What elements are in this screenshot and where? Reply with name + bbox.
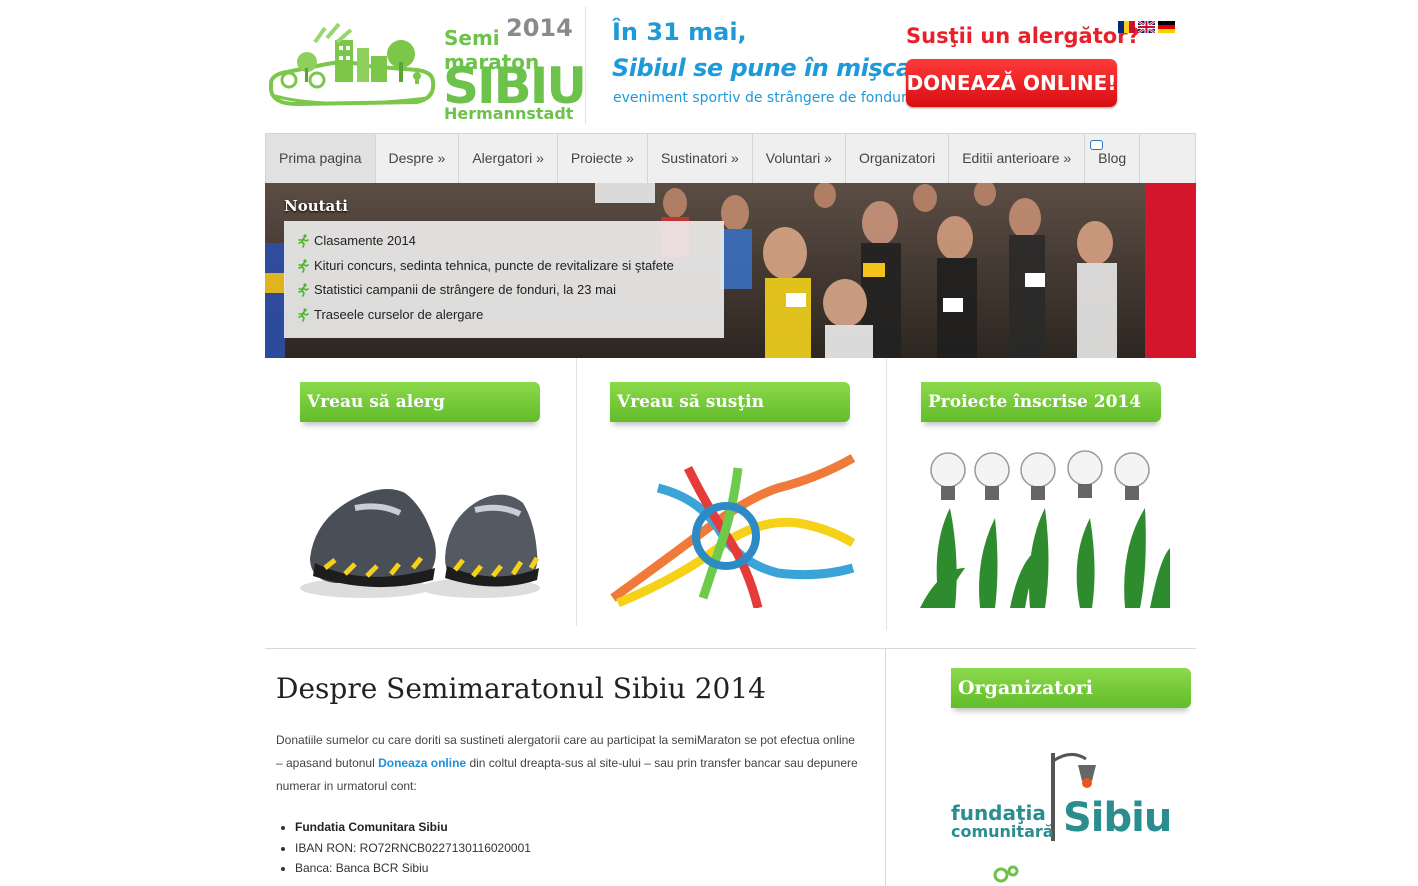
news-item[interactable]: Clasamente 2014	[296, 229, 724, 254]
sidebar-divider	[885, 649, 886, 886]
fund-logo-sibiu: Sibiu	[1063, 795, 1172, 841]
nav-item-blog[interactable]: Blog	[1085, 134, 1141, 183]
feature-blocks: Vreau să alerg Vreau să susţin Proiecte …	[265, 358, 1196, 630]
fundatia-comunitara-sibiu-logo[interactable]: fundaţia comunitară Sibiu	[951, 743, 1181, 883]
logo-year-text: 2014	[506, 14, 573, 42]
news-item[interactable]: Traseele curselor de alergare	[296, 303, 724, 328]
news-list: Clasamente 2014 Kituri concurs, sedinta …	[284, 221, 724, 327]
bank-details-list: Fundatia Comunitara Sibiu IBAN RON: RO72…	[276, 817, 531, 879]
bank-account-name: Fundatia Comunitara Sibiu	[295, 817, 531, 838]
logo-hermannstadt-text: Hermannstadt	[444, 104, 574, 123]
slogan-headline: Sibiul se pune în mişcare	[612, 54, 939, 82]
speech-bubble-icon	[1090, 140, 1104, 150]
nav-item-volunteers[interactable]: Voluntari »	[753, 134, 846, 183]
nav-item-projects[interactable]: Proiecte »	[558, 134, 648, 183]
news-item-label: Statistici campanii de strângere de fond…	[314, 282, 617, 298]
feature-divider	[576, 358, 577, 626]
rope-knot-image[interactable]	[608, 448, 858, 608]
nav-item-blog-label: Blog	[1098, 150, 1127, 166]
running-shoes-image[interactable]	[295, 448, 545, 608]
nav-item-runners[interactable]: Alergatori »	[459, 134, 558, 183]
language-selector	[1118, 21, 1175, 33]
feature-divider	[886, 358, 887, 630]
fund-logo-line2: comunitară	[951, 822, 1054, 841]
hero-banner: Noutati Clasamente 2014 Kituri concurs, …	[265, 183, 1196, 358]
romania-flag-icon[interactable]	[1118, 21, 1136, 33]
slogan-subtitle: eveniment sportiv de strângere de fondur…	[613, 90, 911, 106]
partner-logo-icon	[993, 865, 1019, 883]
support-question: Susţii un alergător?	[906, 24, 1140, 48]
slogan-date: În 31 mai,	[612, 18, 747, 46]
news-heading: Noutati	[284, 197, 348, 215]
nav-item-about[interactable]: Despre »	[376, 134, 460, 183]
runner-icon	[298, 259, 309, 273]
section-divider	[265, 648, 1196, 649]
news-item[interactable]: Statistici campanii de strângere de fond…	[296, 278, 724, 303]
projects-2014-tab[interactable]: Proiecte înscrise 2014	[921, 382, 1161, 422]
nav-item-organizers[interactable]: Organizatori	[846, 134, 950, 183]
runner-icon	[298, 283, 309, 298]
want-to-run-tab[interactable]: Vreau să alerg	[300, 382, 540, 422]
nav-item-supporters[interactable]: Sustinatori »	[648, 134, 753, 183]
site-logo[interactable]: Semi 2014 maraton SIBIU Hermannstadt	[265, 12, 587, 124]
nav-item-previous-editions[interactable]: Editii anterioare »	[949, 134, 1086, 183]
donate-online-button[interactable]: DONEAZĂ ONLINE!	[906, 59, 1117, 107]
lightbulb-tulips-image[interactable]	[920, 448, 1170, 608]
news-item-label: Kituri concurs, sedinta tehnica, puncte …	[314, 257, 674, 273]
page-title: Despre Semimaratonul Sibiu 2014	[276, 672, 766, 705]
header-divider	[585, 6, 586, 124]
news-item-label: Clasamente 2014	[314, 233, 416, 249]
shoe-city-logo-icon	[269, 22, 436, 107]
want-to-support-tab[interactable]: Vreau să susţin	[610, 382, 850, 422]
donation-paragraph: Donatiile sumelor cu care doriti sa sust…	[276, 729, 860, 798]
news-item-label: Traseele curselor de alergare	[314, 306, 484, 322]
runner-icon	[298, 308, 309, 322]
news-item[interactable]: Kituri concurs, sedinta tehnica, puncte …	[296, 254, 724, 279]
nav-item-home[interactable]: Prima pagina	[266, 134, 376, 183]
main-navigation: Prima pagina Despre » Alergatori » Proie…	[265, 133, 1196, 184]
organizers-heading: Organizatori	[951, 668, 1191, 708]
germany-flag-icon[interactable]	[1158, 21, 1175, 33]
uk-flag-icon[interactable]	[1138, 21, 1155, 33]
news-panel: Clasamente 2014 Kituri concurs, sedinta …	[284, 221, 724, 338]
logo-semi-text: Semi	[444, 26, 500, 50]
bank-iban: IBAN RON: RO72RNCB0227130116020001	[295, 838, 531, 859]
bank-name: Banca: Banca BCR Sibiu	[295, 858, 531, 879]
runner-icon	[298, 234, 309, 249]
donate-online-link[interactable]: Doneaza online	[378, 756, 466, 770]
